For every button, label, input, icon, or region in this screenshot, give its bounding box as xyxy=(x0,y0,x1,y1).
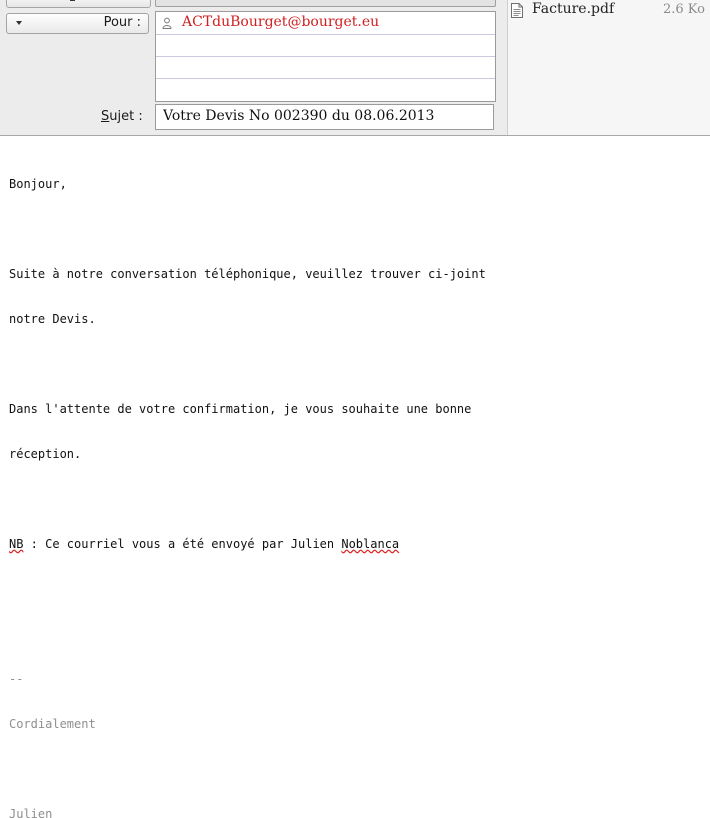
subject-label: Sujet : xyxy=(101,109,143,124)
contact-icon xyxy=(162,17,172,29)
subject-input[interactable] xyxy=(163,105,488,127)
from-field-cut[interactable] xyxy=(155,0,496,7)
misspelled-word[interactable]: NB xyxy=(9,537,23,551)
recipient-row[interactable]: ACTduBourget@bourget.eu xyxy=(156,12,495,35)
dropdown-caret-icon xyxy=(16,21,22,25)
body-text-run: : Ce courriel vous a été envoyé par Juli… xyxy=(23,537,342,551)
attachment-name: Facture.pdf xyxy=(532,1,615,17)
recipients-list[interactable]: ACTduBourget@bourget.eu xyxy=(155,11,496,102)
recipient-row-empty[interactable] xyxy=(156,56,495,79)
message-body-text[interactable]: Bonjour, Suite à notre conversation télé… xyxy=(9,147,486,818)
body-line: Bonjour, xyxy=(9,177,67,191)
address-type-dropdown[interactable]: Pour : xyxy=(6,13,149,34)
body-line: Dans l'attente de votre confirmation, je… xyxy=(9,402,472,416)
signature-line: Julien xyxy=(9,807,53,818)
subject-field[interactable] xyxy=(155,104,494,130)
body-line: réception. xyxy=(9,447,82,461)
document-icon xyxy=(511,3,523,18)
compose-header: Pour : ACTduBourget@bourget.eu Sujet : V… xyxy=(0,0,710,136)
address-type-dropdown-cut[interactable] xyxy=(6,0,151,8)
signature-separator: -- xyxy=(9,672,24,686)
attachment-pane[interactable]: Facture.pdf 2.6 Ko xyxy=(507,0,710,135)
recipient-row-empty[interactable] xyxy=(156,78,495,100)
recipient-address[interactable]: ACTduBourget@bourget.eu xyxy=(182,14,379,30)
body-line: Suite à notre conversation téléphonique,… xyxy=(9,267,486,281)
attachment-item[interactable]: Facture.pdf 2.6 Ko xyxy=(508,0,710,22)
misspelled-word[interactable]: Noblanca xyxy=(341,537,399,551)
attachment-size: 2.6 Ko xyxy=(663,2,705,17)
body-line-nb: NB : Ce courriel vous a été envoyé par J… xyxy=(9,537,486,552)
subject-label-rest: ujet : xyxy=(109,109,143,124)
cut-glyph xyxy=(70,0,75,1)
signature-line: Cordialement xyxy=(9,717,96,731)
body-line: notre Devis. xyxy=(9,312,96,326)
header-divider xyxy=(0,135,710,136)
recipient-row-empty[interactable] xyxy=(156,34,495,57)
message-body-editor[interactable]: Bonjour, Suite à notre conversation télé… xyxy=(0,137,710,818)
address-type-label: Pour : xyxy=(103,15,141,30)
